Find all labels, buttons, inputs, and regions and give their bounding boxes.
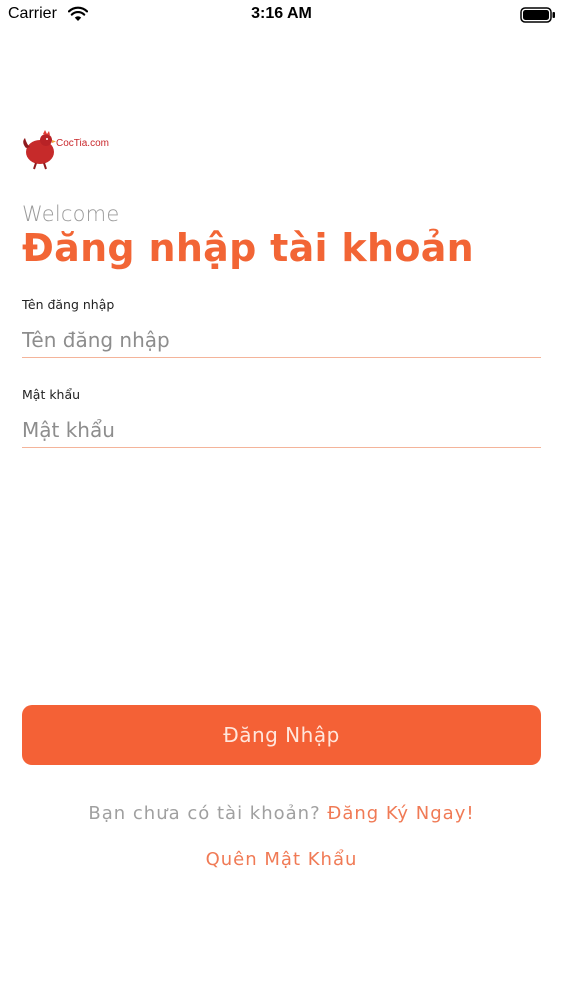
page-title: Đăng nhập tài khoản [22,226,475,270]
app-logo: CocTia.com [22,128,122,170]
username-label: Tên đăng nhập [22,297,115,312]
rooster-icon [23,130,56,170]
signup-prompt-text: Bạn chưa có tài khoản? [88,803,321,824]
signup-prompt-row: Bạn chưa có tài khoản? Đăng Ký Ngay! [0,803,563,824]
forgot-password-link[interactable]: Quên Mật Khẩu [0,849,563,870]
logo-text: CocTia.com [56,138,109,149]
password-input[interactable] [22,413,541,448]
battery-icon [520,7,555,23]
username-input[interactable] [22,323,541,358]
welcome-text: Welcome [22,202,120,226]
login-button[interactable]: Đăng Nhập [22,705,541,765]
status-bar: Carrier 3:16 AM [0,0,563,30]
status-time: 3:16 AM [251,5,312,22]
signup-link[interactable]: Đăng Ký Ngay! [327,803,474,824]
password-label: Mật khẩu [22,387,81,402]
